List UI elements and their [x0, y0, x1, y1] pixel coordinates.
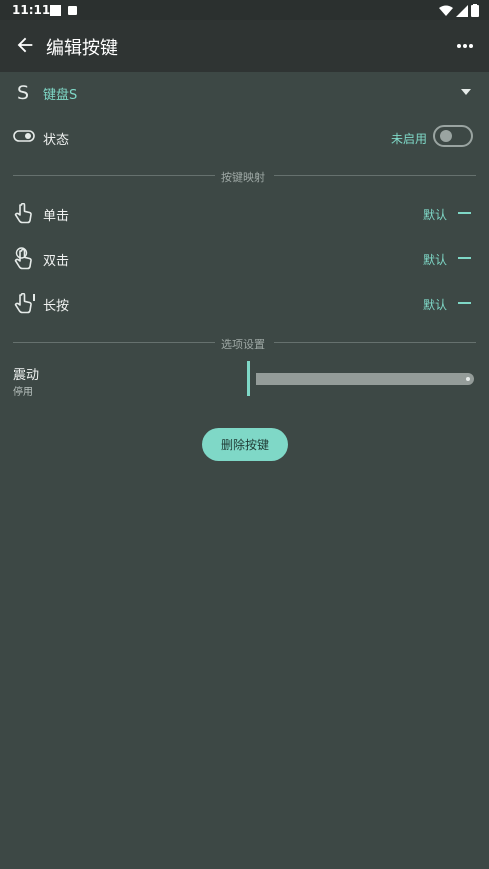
single-tap-label: 单击	[43, 209, 70, 224]
section-mapping-title: 按键映射	[221, 171, 265, 184]
divider-line	[13, 342, 215, 343]
toggle-state-icon	[13, 130, 35, 142]
mapping-row-single-tap[interactable]: 单击 默认	[0, 200, 489, 228]
divider-line	[274, 175, 476, 176]
section-options-title: 选项设置	[221, 338, 265, 351]
single-tap-value: 默认	[423, 208, 448, 222]
divider-line	[274, 342, 476, 343]
double-tap-label: 双击	[43, 254, 70, 269]
app-bar: 编辑按键	[0, 20, 489, 72]
double-tap-icon	[14, 247, 32, 270]
key-selector[interactable]: S 键盘S	[0, 80, 489, 106]
back-arrow-icon[interactable]	[14, 34, 36, 56]
remove-mapping-icon[interactable]	[458, 302, 471, 304]
status-bar: 11:11	[0, 0, 489, 20]
vibration-title: 震动	[13, 368, 40, 383]
state-label: 状态	[43, 133, 70, 148]
wifi-icon	[439, 5, 453, 16]
vibration-subtitle: 停用	[13, 387, 33, 398]
remove-mapping-icon[interactable]	[458, 212, 471, 214]
state-value: 未启用	[391, 132, 428, 146]
single-tap-icon	[14, 203, 32, 224]
dropdown-arrow-icon	[461, 89, 471, 95]
key-letter-icon: S	[17, 82, 30, 104]
switch-knob	[440, 130, 452, 142]
notification-icon	[50, 5, 61, 16]
key-selector-value: 键盘S	[43, 88, 78, 103]
slider-end-dot	[466, 377, 470, 381]
accessibility-icon	[68, 6, 77, 15]
battery-icon	[471, 4, 479, 17]
page-title: 编辑按键	[46, 38, 118, 59]
delete-key-button[interactable]: 删除按键	[202, 428, 288, 461]
long-press-value: 默认	[423, 298, 448, 312]
signal-icon	[456, 4, 468, 17]
long-press-icon	[14, 293, 35, 314]
remove-mapping-icon[interactable]	[458, 257, 471, 259]
vibration-slider-thumb[interactable]	[247, 361, 250, 396]
state-row: 状态 未启用	[0, 124, 489, 150]
more-options-icon[interactable]	[455, 36, 475, 56]
mapping-row-double-tap[interactable]: 双击 默认	[0, 245, 489, 273]
state-switch[interactable]	[433, 125, 473, 147]
mapping-row-long-press[interactable]: 长按 默认	[0, 290, 489, 318]
vibration-slider-track[interactable]	[256, 373, 474, 385]
long-press-label: 长按	[43, 299, 70, 314]
status-time: 11:11	[12, 3, 51, 17]
section-mapping: 按键映射	[13, 169, 476, 184]
section-options: 选项设置	[13, 336, 476, 351]
status-indicators	[439, 4, 479, 17]
divider-line	[13, 175, 215, 176]
double-tap-value: 默认	[423, 253, 448, 267]
